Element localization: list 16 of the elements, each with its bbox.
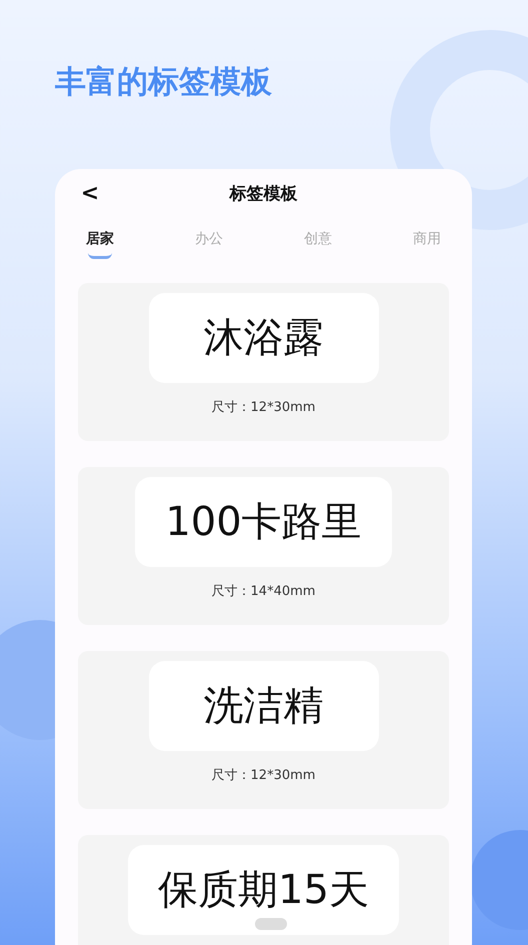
template-card[interactable]: 洗洁精 尺寸：12*30mm [78,651,449,809]
template-card[interactable]: 沐浴露 尺寸：12*30mm [78,283,449,441]
label-preview: 保质期15天 [128,845,399,935]
category-tab[interactable]: 居家 [78,225,122,261]
headline: 丰富的标签模板 [54,63,273,102]
template-card[interactable]: 100卡路里 尺寸：14*40mm [78,467,449,625]
template-card[interactable]: 保质期15天 [78,835,449,945]
screen-title: 标签模板 [228,183,298,206]
label-preview: 洗洁精 [148,661,378,751]
size-text: 尺寸：12*30mm [212,399,316,417]
back-button[interactable]: < [70,180,110,208]
label-preview: 沐浴露 [148,293,378,383]
size-text: 尺寸：14*40mm [212,583,316,601]
size-text: 尺寸：12*30mm [212,767,316,785]
home-indicator[interactable] [255,918,287,930]
label-preview: 100卡路里 [135,477,392,567]
